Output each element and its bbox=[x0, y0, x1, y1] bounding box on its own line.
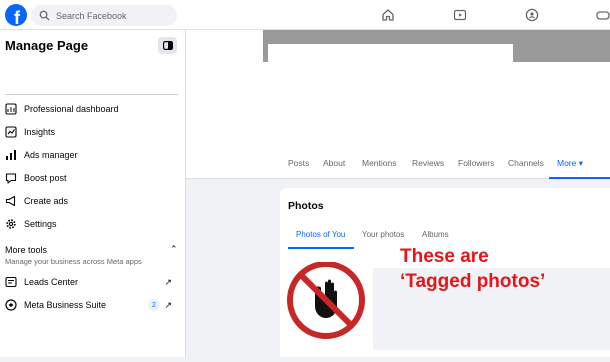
no-entry-hand-icon bbox=[287, 261, 365, 339]
annotation-line-2: ‘Tagged photos’ bbox=[400, 271, 546, 292]
insights-icon bbox=[4, 125, 18, 139]
video-icon[interactable] bbox=[453, 8, 467, 22]
notification-badge: 2 bbox=[148, 299, 160, 311]
meta-icon bbox=[4, 298, 18, 312]
leads-icon bbox=[4, 275, 18, 289]
megaphone-icon bbox=[4, 194, 18, 208]
tab-posts[interactable]: Posts bbox=[288, 158, 309, 168]
groups-icon[interactable] bbox=[525, 8, 539, 22]
sidebar-item-settings[interactable]: Settings bbox=[4, 214, 180, 234]
sidebar-item-label: Settings bbox=[24, 219, 57, 229]
chevron-up-icon[interactable]: ⌃ bbox=[170, 244, 178, 255]
photo-thumbnail[interactable] bbox=[280, 261, 373, 357]
sidebar-item-label: Boost post bbox=[24, 173, 67, 183]
next-card bbox=[280, 350, 610, 357]
active-tab-indicator bbox=[549, 177, 610, 179]
tab-about[interactable]: About bbox=[323, 158, 345, 168]
sidebar-divider bbox=[5, 94, 178, 95]
sidebar-item-label: Create ads bbox=[24, 196, 69, 206]
sidebar-item-professional-dashboard[interactable]: Professional dashboard bbox=[4, 99, 180, 119]
sidebar-item-boost-post[interactable]: Boost post bbox=[4, 168, 180, 188]
boost-icon bbox=[4, 171, 18, 185]
sidebar-panel-icon bbox=[162, 41, 173, 50]
tab-channels[interactable]: Channels bbox=[508, 158, 544, 168]
sidebar-title: Manage Page bbox=[5, 38, 89, 53]
cover-redaction bbox=[268, 44, 513, 84]
sidebar-item-meta-business-suite[interactable]: Meta Business Suite 2 ↗ bbox=[4, 295, 180, 315]
sidebar-item-ads-manager[interactable]: Ads manager bbox=[4, 145, 180, 165]
tab-albums[interactable]: Albums bbox=[422, 230, 449, 239]
external-link-icon: ↗ bbox=[164, 276, 172, 287]
more-tools-heading: More tools bbox=[5, 245, 48, 255]
sidebar-item-label: Ads manager bbox=[24, 150, 78, 160]
search-input[interactable] bbox=[56, 10, 166, 21]
sidebar-item-label: Insights bbox=[24, 127, 56, 137]
collapse-sidebar-button[interactable] bbox=[158, 37, 177, 54]
tab-mentions[interactable]: Mentions bbox=[362, 158, 397, 168]
more-tools-subtitle: Manage your business across Meta apps bbox=[5, 257, 142, 266]
tab-more[interactable]: More ▾ bbox=[557, 158, 583, 169]
search-box[interactable] bbox=[31, 5, 177, 26]
sidebar-item-create-ads[interactable]: Create ads bbox=[4, 191, 180, 211]
profile-tabs-bar bbox=[186, 148, 610, 179]
tab-your-photos[interactable]: Your photos bbox=[362, 230, 404, 239]
sidebar-item-insights[interactable]: Insights bbox=[4, 122, 180, 142]
sidebar-item-label: Leads Center bbox=[24, 277, 79, 287]
home-icon[interactable] bbox=[381, 8, 395, 22]
tab-followers[interactable]: Followers bbox=[458, 158, 494, 168]
facebook-logo[interactable]: f bbox=[5, 4, 27, 26]
gear-icon bbox=[4, 217, 18, 231]
sidebar-item-leads-center[interactable]: Leads Center ↗ bbox=[4, 272, 180, 292]
sidebar-item-label: Professional dashboard bbox=[24, 104, 119, 114]
tab-photos-of-you[interactable]: Photos of You bbox=[296, 230, 345, 239]
top-navigation-bar: f bbox=[0, 0, 610, 30]
dashboard-icon bbox=[4, 102, 18, 116]
gaming-icon[interactable] bbox=[596, 8, 610, 22]
active-photo-tab-indicator bbox=[288, 247, 354, 249]
tab-reviews[interactable]: Reviews bbox=[412, 158, 444, 168]
chart-icon bbox=[4, 148, 18, 162]
search-icon bbox=[39, 10, 50, 21]
annotation-line-1: These are bbox=[400, 246, 489, 267]
external-link-icon: ↗ bbox=[164, 299, 172, 310]
sidebar-item-label: Meta Business Suite bbox=[24, 300, 107, 310]
tagged-photos-annotation: These are ‘Tagged photos’ bbox=[400, 244, 545, 294]
photos-title: Photos bbox=[288, 200, 324, 212]
